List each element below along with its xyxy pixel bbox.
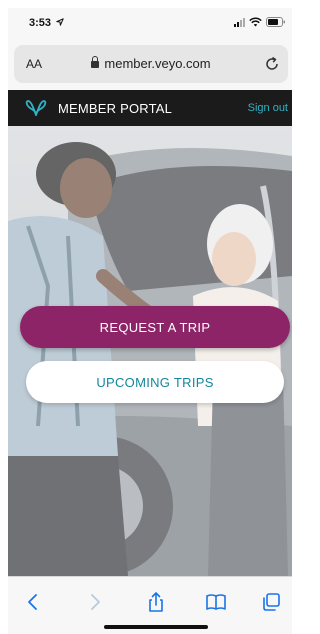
status-time: 3:53 (29, 17, 64, 29)
status-bar: 3:53 (8, 8, 292, 38)
tabs-icon[interactable] (260, 591, 282, 613)
portal-title: MEMBER PORTAL (58, 101, 173, 116)
status-icons (234, 17, 286, 27)
location-arrow-icon (56, 18, 64, 26)
chevron-left-icon[interactable] (22, 591, 44, 613)
book-icon[interactable] (205, 591, 227, 613)
request-trip-label: REQUEST A TRIP (99, 319, 211, 335)
request-trip-button[interactable]: REQUEST A TRIP (20, 306, 290, 348)
phone-screen: 3:53 AA member.veyo.com MEMBER PORTAL Si… (8, 8, 292, 634)
veyo-logo-icon (25, 100, 47, 116)
sign-out-link[interactable]: Sign out (248, 102, 288, 114)
battery-icon (266, 17, 285, 27)
upcoming-trips-label: UPCOMING TRIPS (96, 374, 214, 390)
reload-icon[interactable] (262, 54, 282, 74)
url-text: member.veyo.com (104, 56, 211, 71)
home-indicator (104, 625, 208, 629)
upcoming-trips-button[interactable]: UPCOMING TRIPS (26, 361, 284, 403)
lock-icon (91, 56, 100, 68)
hero-section: REQUEST A TRIP UPCOMING TRIPS (8, 126, 292, 576)
address-bar[interactable]: AA member.veyo.com (14, 45, 288, 83)
portal-header: MEMBER PORTAL Sign out (8, 90, 292, 126)
cellular-signal-icon (234, 17, 245, 27)
chevron-right-icon[interactable] (84, 591, 106, 613)
url-field[interactable]: member.veyo.com (14, 56, 288, 71)
wifi-icon (249, 17, 262, 27)
share-icon[interactable] (145, 591, 167, 613)
hero-overlay (8, 126, 292, 576)
